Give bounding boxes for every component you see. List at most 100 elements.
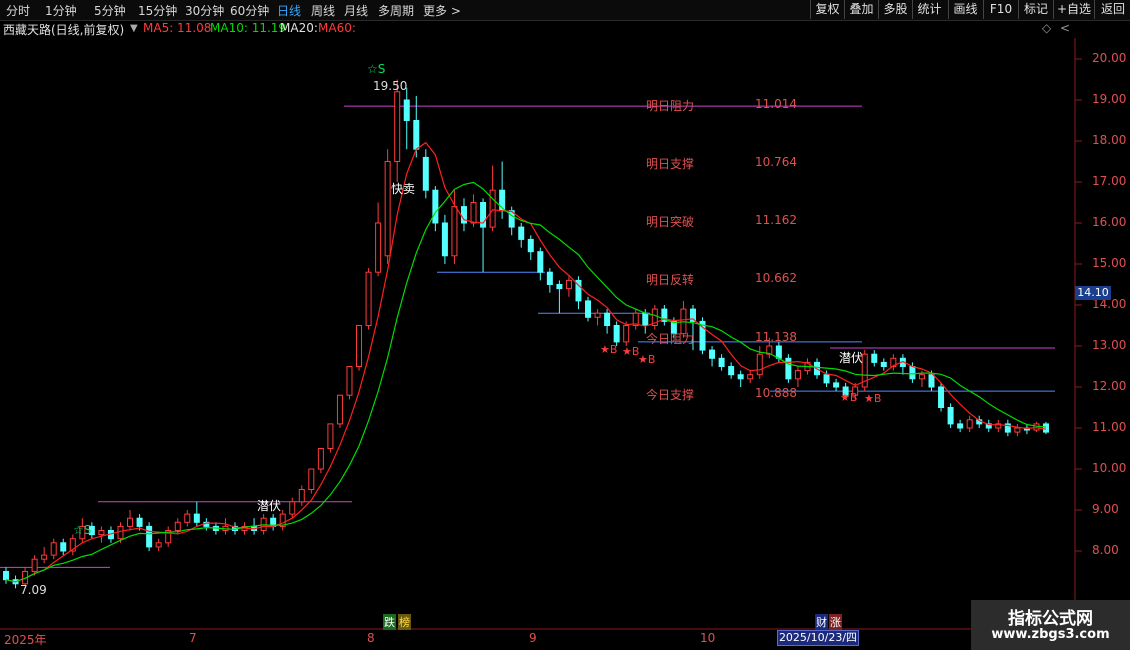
candle-body bbox=[918, 374, 925, 380]
ma5-value: MA5: 11.08 bbox=[143, 21, 212, 35]
x-label-year: 2025年 bbox=[4, 633, 47, 647]
tomorrow-support-value: 10.764 bbox=[755, 155, 797, 169]
candle-body bbox=[585, 300, 592, 318]
candle-body bbox=[747, 374, 754, 380]
candle-body bbox=[193, 513, 200, 523]
candle-body bbox=[1014, 427, 1021, 433]
candle-body bbox=[565, 279, 572, 290]
ma20-value: MA20: bbox=[280, 21, 318, 35]
candle-body bbox=[117, 525, 124, 540]
today-resist-label: 今日阻力 bbox=[646, 332, 695, 346]
tab-monthly[interactable]: 月线 bbox=[344, 2, 368, 19]
finance-tag[interactable]: 财 bbox=[815, 614, 828, 630]
signal-s-top: ☆S bbox=[367, 62, 386, 76]
high-price-label: 19.50 bbox=[373, 79, 408, 93]
candle-body bbox=[785, 357, 792, 380]
candle-body bbox=[823, 374, 830, 384]
back-button[interactable]: 返回 bbox=[1094, 0, 1130, 19]
candle-body bbox=[60, 542, 67, 552]
tab-daily[interactable]: 日线 bbox=[277, 2, 301, 19]
candle-body bbox=[537, 251, 544, 273]
candle-body bbox=[298, 489, 305, 503]
diamond-icon[interactable]: ◇ bbox=[1042, 21, 1051, 35]
tomorrow-breakout-value: 11.162 bbox=[755, 213, 797, 227]
candle-body bbox=[1033, 423, 1040, 431]
candle-body bbox=[833, 382, 840, 388]
x-label-jul: 7 bbox=[189, 631, 197, 645]
candle-body bbox=[394, 91, 401, 162]
candle-body bbox=[737, 374, 744, 380]
candle-body bbox=[146, 525, 153, 548]
site-watermark: 指标公式网 www.zbgs3.com bbox=[971, 600, 1130, 650]
qianfu-label-left: 潜伏 bbox=[257, 499, 282, 513]
adjust-button[interactable]: 复权 bbox=[810, 0, 844, 19]
rank-tag[interactable]: 榜 bbox=[398, 614, 411, 630]
tab-multi-period[interactable]: 多周期 bbox=[378, 2, 414, 19]
candle-body bbox=[346, 366, 353, 396]
draw-line-button[interactable]: 画线 bbox=[948, 0, 982, 19]
candle-body bbox=[518, 226, 525, 240]
price-tick: 17.00 bbox=[1092, 174, 1127, 188]
candle-body bbox=[556, 284, 563, 290]
candle-body bbox=[451, 206, 458, 257]
candle-body bbox=[709, 349, 716, 359]
collapse-icon[interactable]: < bbox=[1060, 21, 1070, 35]
tomorrow-reversal-value: 10.662 bbox=[755, 271, 797, 285]
candle-body bbox=[489, 189, 496, 228]
price-tick: 12.00 bbox=[1092, 379, 1127, 393]
tab-intraday[interactable]: 分时 bbox=[6, 2, 30, 19]
candle-body bbox=[317, 448, 324, 470]
rise-tag[interactable]: 涨 bbox=[829, 614, 842, 630]
kline-chart[interactable] bbox=[0, 38, 1130, 630]
watermark-title: 指标公式网 bbox=[1008, 609, 1093, 629]
drop-tag[interactable]: 跌 bbox=[383, 614, 396, 630]
tab-more[interactable]: 更多 > bbox=[423, 2, 461, 19]
dropdown-icon[interactable]: ▼ bbox=[130, 23, 138, 34]
candle-body bbox=[623, 325, 630, 343]
watermark-url: www.zbgs3.com bbox=[991, 627, 1110, 642]
candle-body bbox=[422, 156, 429, 191]
candle-body bbox=[356, 325, 363, 367]
candle-body bbox=[527, 238, 534, 253]
price-tick: 9.00 bbox=[1092, 502, 1119, 516]
stock-title: 西藏天路(日线,前复权) bbox=[3, 23, 125, 37]
tab-weekly[interactable]: 周线 bbox=[311, 2, 335, 19]
tab-15min[interactable]: 15分钟 bbox=[138, 2, 177, 19]
today-support-label: 今日支撑 bbox=[646, 388, 695, 402]
current-price-tag: 14.10 bbox=[1075, 286, 1111, 300]
cursor-date-box: 2025/10/23/四 bbox=[777, 630, 859, 646]
stats-button[interactable]: 统计 bbox=[912, 0, 946, 19]
ma5-line bbox=[5, 141, 1047, 583]
candle-body bbox=[613, 325, 620, 343]
candle-body bbox=[756, 353, 763, 376]
candle-body bbox=[127, 517, 134, 527]
signal-b-4: ★B bbox=[840, 391, 858, 404]
candle-body bbox=[413, 120, 420, 150]
tab-1min[interactable]: 1分钟 bbox=[45, 2, 77, 19]
tomorrow-breakout-label: 明日突破 bbox=[646, 215, 695, 229]
signal-b-5: ★B bbox=[864, 392, 882, 405]
add-watchlist-button[interactable]: +自选 bbox=[1053, 0, 1094, 19]
candle-body bbox=[432, 189, 439, 224]
price-tick: 13.00 bbox=[1092, 338, 1127, 352]
multi-stock-button[interactable]: 多股 bbox=[878, 0, 912, 19]
candle-body bbox=[718, 357, 725, 367]
overlay-button[interactable]: 叠加 bbox=[844, 0, 878, 19]
candle-body bbox=[775, 345, 782, 359]
price-tick: 11.00 bbox=[1092, 420, 1127, 434]
tab-60min[interactable]: 60分钟 bbox=[230, 2, 269, 19]
candle-body bbox=[155, 542, 162, 548]
tab-5min[interactable]: 5分钟 bbox=[94, 2, 126, 19]
candle-body bbox=[375, 222, 382, 273]
mark-button[interactable]: 标记 bbox=[1018, 0, 1053, 19]
tab-30min[interactable]: 30分钟 bbox=[185, 2, 224, 19]
candle-body bbox=[880, 361, 887, 367]
candle-body bbox=[336, 394, 343, 425]
f10-button[interactable]: F10 bbox=[983, 0, 1018, 19]
candle-body bbox=[41, 554, 48, 560]
candle-body bbox=[1043, 423, 1049, 433]
signal-b-1: ★B bbox=[600, 343, 618, 356]
candle-body bbox=[909, 366, 916, 380]
x-label-sep: 9 bbox=[529, 631, 537, 645]
candle-body bbox=[642, 312, 649, 327]
